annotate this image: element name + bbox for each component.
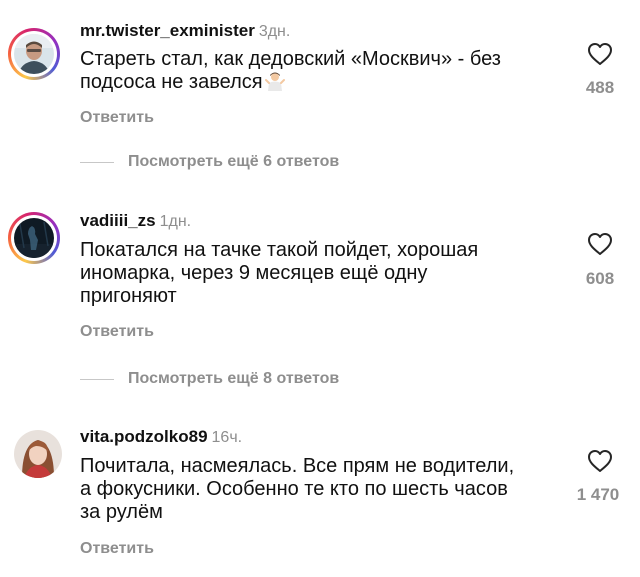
avatar-photo — [14, 430, 62, 478]
reply-button[interactable]: Ответить — [80, 109, 154, 127]
comment-text: Почитала, насмеялась. Все прям не водите… — [80, 455, 560, 524]
username[interactable]: vadiiii_zs — [80, 211, 156, 230]
view-replies-label: Посмотреть ещё 6 ответов — [128, 153, 340, 170]
timestamp: 1дн. — [159, 213, 192, 230]
comment-line: подсоса не завелся — [80, 71, 263, 93]
view-replies-button[interactable]: Посмотреть ещё 8 ответов — [80, 369, 339, 389]
username[interactable]: vita.podzolko89 — [80, 427, 208, 446]
heart-outline-icon — [588, 43, 612, 65]
comment-line-with-emoji: подсоса не завелся — [80, 71, 560, 94]
comment-line: за рулём — [80, 501, 163, 523]
reply-button[interactable]: Ответить — [80, 323, 154, 341]
divider — [80, 378, 114, 380]
like-count: 608 — [585, 269, 615, 288]
comment-line: Почитала, насмеялась. Все прям не водите… — [80, 455, 515, 477]
comment-item: vadiiii_zs 1дн. Покатался на тачке такой … — [0, 195, 640, 395]
comment-text: Стареть стал, как дедовский «Москвич» - … — [80, 48, 560, 94]
comment-line: иномарка, через 9 месяцев ещё одну — [80, 262, 428, 284]
comment-line: Стареть стал, как дедовский «Москвич» - … — [80, 48, 501, 70]
timestamp: 3дн. — [258, 23, 291, 40]
avatar[interactable] — [14, 430, 62, 478]
like-button[interactable] — [578, 42, 622, 66]
username[interactable]: mr.twister_exminister — [80, 21, 255, 40]
view-replies-button[interactable]: Посмотреть ещё 6 ответов — [80, 152, 339, 172]
avatar-photo — [14, 34, 54, 74]
person-shrugging-emoji-icon — [264, 72, 285, 91]
heart-outline-icon — [588, 233, 612, 255]
comment-line: Покатался на тачке такой пойдет, хорошая — [80, 239, 479, 261]
like-button[interactable] — [578, 449, 622, 473]
view-replies-label: Посмотреть ещё 8 ответов — [128, 370, 340, 387]
avatar[interactable] — [8, 212, 60, 264]
comment-line: пригоняют — [80, 285, 177, 307]
like-count: 488 — [585, 78, 615, 97]
timestamp: 16ч. — [211, 429, 243, 446]
avatar[interactable] — [8, 28, 60, 80]
avatar-photo — [14, 218, 54, 258]
reply-button[interactable]: Ответить — [80, 540, 154, 558]
divider — [80, 161, 114, 163]
comment-text: Покатался на тачке такой пойдет, хорошая… — [80, 239, 560, 308]
like-button[interactable] — [578, 232, 622, 256]
like-count: 1 470 — [576, 485, 620, 504]
comment-item: mr.twister_exminister 3дн. Стареть стал, … — [0, 0, 640, 180]
comment-item: vita.podzolko89 16ч. Почитала, насмеялась… — [0, 418, 640, 577]
comment-line: а фокусники. Особенно те кто по шесть ча… — [80, 478, 508, 500]
heart-outline-icon — [588, 450, 612, 472]
